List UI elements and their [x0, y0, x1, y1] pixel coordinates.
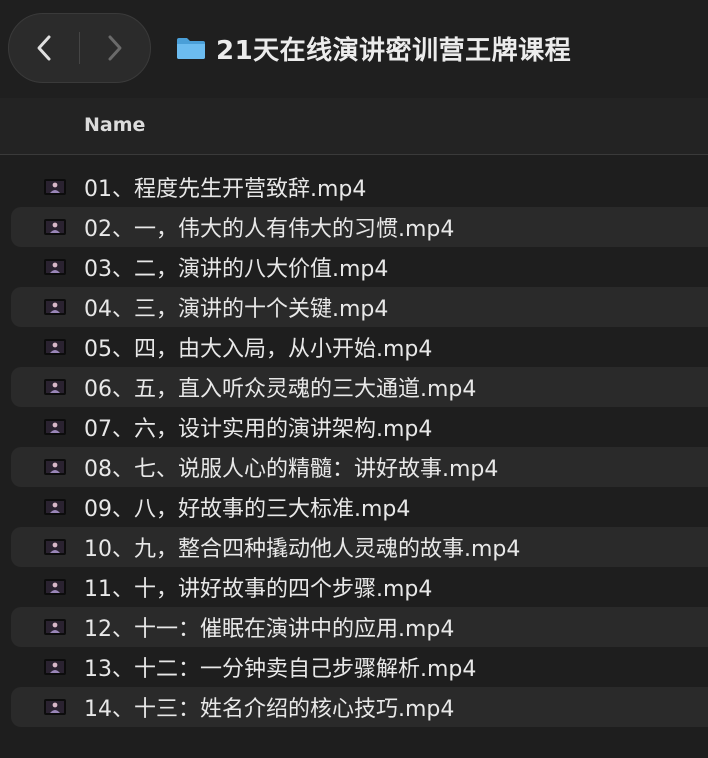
file-name: 09、八，好故事的三大标准.mp4	[84, 497, 411, 522]
video-thumbnail-icon	[44, 699, 66, 715]
file-row[interactable]: 11、十，讲好故事的四个步骤.mp4	[11, 567, 708, 607]
file-row[interactable]: 05、四，由大入局，从小开始.mp4	[11, 327, 708, 367]
forward-button[interactable]	[80, 14, 150, 82]
chevron-left-icon	[37, 35, 51, 61]
file-row[interactable]: 04、三，演讲的十个关键.mp4	[11, 287, 708, 327]
video-thumbnail-icon	[44, 579, 66, 595]
video-thumbnail-icon	[44, 179, 66, 195]
window-title-area: 21天在线演讲密训营王牌课程	[176, 26, 571, 70]
navigation-buttons	[8, 13, 151, 83]
file-row[interactable]: 06、五，直入听众灵魂的三大通道.mp4	[11, 367, 708, 407]
back-button[interactable]	[9, 14, 79, 82]
file-name: 03、二，演讲的八大价值.mp4	[84, 257, 389, 282]
file-name: 02、一，伟大的人有伟大的习惯.mp4	[84, 217, 455, 242]
video-thumbnail-icon	[44, 539, 66, 555]
file-row[interactable]: 01、程度先生开营致辞.mp4	[11, 167, 708, 207]
file-row[interactable]: 10、九，整合四种撬动他人灵魂的故事.mp4	[11, 527, 708, 567]
file-name: 06、五，直入听众灵魂的三大通道.mp4	[84, 377, 477, 402]
toolbar: 21天在线演讲密训营王牌课程	[0, 0, 708, 98]
file-name: 04、三，演讲的十个关键.mp4	[84, 297, 389, 322]
file-row[interactable]: 03、二，演讲的八大价值.mp4	[11, 247, 708, 287]
chevron-right-icon	[108, 35, 122, 61]
file-row[interactable]: 07、六，设计实用的演讲架构.mp4	[11, 407, 708, 447]
name-column-header[interactable]: Name	[84, 114, 145, 136]
file-row[interactable]: 08、七、说服人心的精髓：讲好故事.mp4	[11, 447, 708, 487]
file-row[interactable]: 14、十三：姓名介绍的核心技巧.mp4	[11, 687, 708, 727]
folder-icon	[177, 38, 205, 59]
file-name: 07、六，设计实用的演讲架构.mp4	[84, 417, 433, 442]
video-thumbnail-icon	[44, 659, 66, 675]
file-name: 14、十三：姓名介绍的核心技巧.mp4	[84, 697, 455, 722]
file-row[interactable]: 09、八，好故事的三大标准.mp4	[11, 487, 708, 527]
file-name: 05、四，由大入局，从小开始.mp4	[84, 337, 433, 362]
video-thumbnail-icon	[44, 219, 66, 235]
video-thumbnail-icon	[44, 299, 66, 315]
video-thumbnail-icon	[44, 459, 66, 475]
file-row[interactable]: 13、十二：一分钟卖自己步骤解析.mp4	[11, 647, 708, 687]
window-title: 21天在线演讲密训营王牌课程	[216, 35, 572, 66]
file-name: 10、九，整合四种撬动他人灵魂的故事.mp4	[84, 537, 521, 562]
video-thumbnail-icon	[44, 619, 66, 635]
video-thumbnail-icon	[44, 259, 66, 275]
file-name: 08、七、说服人心的精髓：讲好故事.mp4	[84, 457, 499, 482]
file-name: 12、十一：催眠在演讲中的应用.mp4	[84, 617, 455, 642]
file-row[interactable]: 02、一，伟大的人有伟大的习惯.mp4	[11, 207, 708, 247]
file-list: 01、程度先生开营致辞.mp4 02、一，伟大的人有伟大的习惯.mp4 03、二…	[0, 167, 708, 727]
file-name: 01、程度先生开营致辞.mp4	[84, 177, 367, 202]
file-name: 13、十二：一分钟卖自己步骤解析.mp4	[84, 657, 477, 682]
column-header: Name	[0, 98, 708, 155]
video-thumbnail-icon	[44, 499, 66, 515]
file-row[interactable]: 12、十一：催眠在演讲中的应用.mp4	[11, 607, 708, 647]
video-thumbnail-icon	[44, 339, 66, 355]
video-thumbnail-icon	[44, 379, 66, 395]
file-name: 11、十，讲好故事的四个步骤.mp4	[84, 577, 433, 602]
video-thumbnail-icon	[44, 419, 66, 435]
